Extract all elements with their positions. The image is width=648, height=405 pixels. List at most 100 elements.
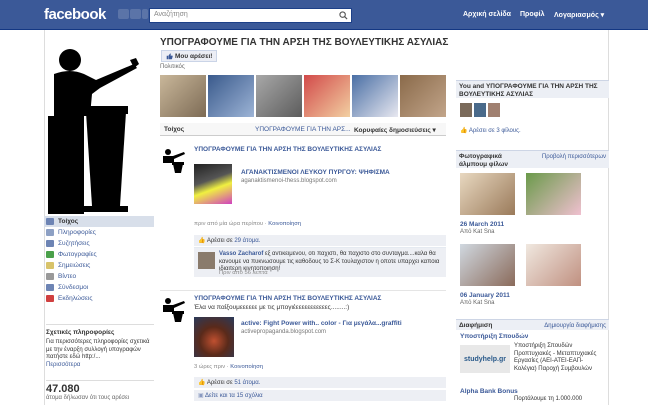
album-photo[interactable] — [526, 244, 581, 286]
like-summary-icon: 👍 — [198, 380, 206, 386]
about-more-link[interactable]: Περισσότερα — [46, 362, 80, 368]
strip-photo[interactable] — [208, 75, 254, 117]
ad-logo[interactable]: studyhelp.gr — [460, 345, 510, 373]
friend-avatar[interactable] — [488, 103, 500, 117]
info-icon — [46, 229, 54, 236]
ad-text: Πορτάλουμε τη 1.000.000 — [514, 396, 583, 402]
thumbs-up-icon — [166, 52, 173, 59]
search-placeholder: Αναζήτηση — [154, 11, 188, 18]
friends-like-heading: You and ΥΠΟΓΡΑΦΟΥΜΕ ΓΙΑ ΤΗΝ ΑΡΣΗ ΤΗΣ ΒΟΥ… — [456, 80, 609, 98]
strip-photo[interactable] — [256, 75, 302, 117]
post-author[interactable]: ΥΠΟΓΡΑΦΟΥΜΕ ΓΙΑ ΤΗΝ ΑΡΣΗ ΤΗΣ ΒΟΥΛΕΥΤΙΚΗΣ… — [194, 146, 381, 153]
top-bar: facebook Αναζήτηση Αρχική σελίδα Προφίλ … — [0, 0, 648, 30]
like-page-button[interactable]: Μου αρέσει! — [161, 50, 218, 62]
post-timestamp[interactable]: 3 ώρες πριν — [194, 364, 225, 370]
ad-text: Υποστήριξη Σπουδών Προπτυχιακές - Μεταπτ… — [514, 343, 597, 372]
share-link[interactable]: Κοινοποίηση — [230, 364, 263, 370]
ad-title[interactable]: Alpha Bank Bonus — [460, 388, 518, 395]
search-icon[interactable] — [339, 11, 348, 20]
nav-item-video[interactable]: Βίντεο — [44, 271, 154, 282]
tab-page-posts[interactable]: ΥΠΟΓΡΑΦΟΥΜΕ ΓΙΑ ΤΗΝ ΑΡΣ... — [255, 126, 351, 133]
albums-more-link[interactable]: Προβολή περισσότερων — [542, 153, 606, 161]
link-thumbnail[interactable] — [194, 317, 234, 357]
discussion-icon — [46, 240, 54, 247]
likes-caption: άτομα δήλωσαν ότι τους αρέσει — [46, 395, 130, 401]
nav-item-events[interactable]: Εκδηλώσεις — [44, 293, 154, 304]
nav-item-discussions[interactable]: Συζητήσεις — [44, 238, 154, 249]
album-photo[interactable] — [526, 173, 581, 215]
wall-post: ΥΠΟΓΡΑΦΟΥΜΕ ΓΙΑ ΤΗΝ ΑΡΣΗ ΤΗΣ ΒΟΥΛΕΥΤΙΚΗΣ… — [160, 295, 446, 405]
nav-item-links[interactable]: Σύνδεσμοι — [44, 282, 154, 293]
friends-like-note[interactable]: 👍 Αρέσει σε 3 φίλους. — [460, 127, 521, 134]
tab-wall[interactable]: Τοίχος — [164, 126, 184, 133]
tab-top-posts[interactable]: Κορυφαίες δημοσιεύσεις ▾ — [354, 126, 436, 134]
facebook-logo[interactable]: facebook — [44, 6, 106, 23]
nav-item-wall[interactable]: Τοίχος — [44, 216, 154, 227]
comment-time[interactable]: Πριν από 56 λεπτά — [219, 270, 268, 276]
create-ad-link[interactable]: Δημιουργία διαφήμισης — [544, 322, 606, 330]
link-title[interactable]: ΑΓΑΝΑΚΤΙΣΜΕΝΟΙ ΛΕΥΚΟΥ ΠΥΡΓΟΥ: ΨΗΦΙΣΜΑ — [241, 169, 390, 176]
links-icon — [46, 284, 54, 291]
page-category: Πολιτικός — [160, 64, 185, 70]
events-icon — [46, 295, 54, 302]
nav-account[interactable]: Λογαριασμός ▾ — [554, 11, 604, 19]
likes-count-link[interactable]: 51 άτομα. — [234, 380, 260, 386]
post-author-avatar[interactable] — [160, 295, 188, 323]
strip-photo[interactable] — [352, 75, 398, 117]
post-likes: 👍 Αρέσει σε 51 άτομα. — [194, 377, 446, 388]
profile-picture[interactable] — [44, 46, 152, 214]
post-author-avatar[interactable] — [160, 146, 188, 174]
nav-profile[interactable]: Προφίλ — [520, 11, 545, 18]
link-title[interactable]: active: Fight Power with.. color - Για μ… — [241, 320, 402, 327]
wall-post: ΥΠΟΓΡΑΦΟΥΜΕ ΓΙΑ ΤΗΝ ΑΡΣΗ ΤΗΣ ΒΟΥΛΕΥΤΙΚΗΣ… — [160, 146, 446, 286]
commenter-avatar[interactable] — [198, 252, 215, 269]
friends-strip — [460, 103, 500, 117]
likes-count-link[interactable]: 29 άτομα. — [234, 238, 260, 244]
post-meta: πριν από μία ώρα περίπου · Κοινοποίηση — [194, 221, 302, 227]
wall-icon — [46, 218, 54, 225]
nav-item-info[interactable]: Πληροφορίες — [44, 227, 154, 238]
link-thumbnail[interactable] — [194, 164, 232, 204]
link-url: aganaktismenoi-thess.blogspot.com — [241, 178, 337, 184]
post-timestamp[interactable]: πριν από μία ώρα περίπου — [194, 221, 263, 227]
album-photo[interactable] — [460, 173, 515, 215]
album-owner[interactable]: Από Kat Sna — [460, 300, 495, 306]
ad-title[interactable]: Υποστήριξη Σπουδών — [460, 333, 528, 340]
link-url: activepropaganda.blogspot.com — [241, 329, 327, 335]
friends-albums-heading: Φωτογραφικά άλμπουμ φίλων Προβολή περισσ… — [456, 150, 609, 168]
album-photo[interactable] — [460, 244, 515, 286]
friend-avatar[interactable] — [460, 103, 472, 117]
video-icon — [46, 273, 54, 280]
nav-item-photos[interactable]: Φωτογραφίες — [44, 249, 154, 260]
notifications-icon[interactable] — [142, 9, 148, 19]
share-link[interactable]: Κοινοποίηση — [268, 221, 301, 227]
notes-icon — [46, 262, 54, 269]
nav-item-notes[interactable]: Σημειώσεις — [44, 260, 154, 271]
search-input[interactable]: Αναζήτηση — [149, 8, 352, 23]
post-author[interactable]: ΥΠΟΓΡΑΦΟΥΜΕ ΓΙΑ ΤΗΝ ΑΡΣΗ ΤΗΣ ΒΟΥΛΕΥΤΙΚΗΣ… — [194, 295, 381, 302]
strip-photo[interactable] — [160, 75, 206, 117]
nav-home[interactable]: Αρχική σελίδα — [463, 11, 511, 18]
wall-filter-bar: Τοίχος ΥΠΟΓΡΑΦΟΥΜΕ ΓΙΑ ΤΗΝ ΑΡΣ... Κορυφα… — [160, 123, 446, 136]
album-owner[interactable]: Από Kat Sna — [460, 229, 495, 235]
ads-heading: Διαφήμιση Δημιουργία διαφήμισης — [456, 319, 609, 330]
messages-icon[interactable] — [130, 9, 141, 19]
friend-avatar[interactable] — [474, 103, 486, 117]
album-date[interactable]: 26 March 2011 — [460, 221, 504, 228]
comments-icon: ▣ — [198, 393, 204, 399]
commenter-name[interactable]: Vasso Zacharof — [219, 251, 263, 257]
strip-photo[interactable] — [304, 75, 350, 117]
view-comments: ▣ Δείτε και τα 15 σχόλια — [194, 390, 446, 401]
album-date[interactable]: 06 January 2011 — [460, 292, 510, 299]
left-navigation: Τοίχος Πληροφορίες Συζητήσεις Φωτογραφίε… — [44, 216, 154, 304]
post-comment: Vasso Zacharof εξ αντικειμενου, οτι παχι… — [194, 247, 446, 277]
strip-photo[interactable] — [400, 75, 446, 117]
post-likes: 👍 Αρέσει σε 29 άτομα. — [194, 235, 446, 246]
about-heading: Σχετικές πληροφορίες — [46, 324, 154, 336]
post-message: Έλα να παίξουμεεεεεε με τις μπογιέεεεεεε… — [194, 304, 350, 311]
photo-strip — [160, 75, 446, 117]
photos-icon — [46, 251, 54, 258]
view-all-comments-link[interactable]: Δείτε και τα 15 σχόλια — [205, 393, 263, 399]
friend-requests-icon[interactable] — [118, 9, 129, 19]
likes-count: 47.080 — [46, 380, 154, 395]
